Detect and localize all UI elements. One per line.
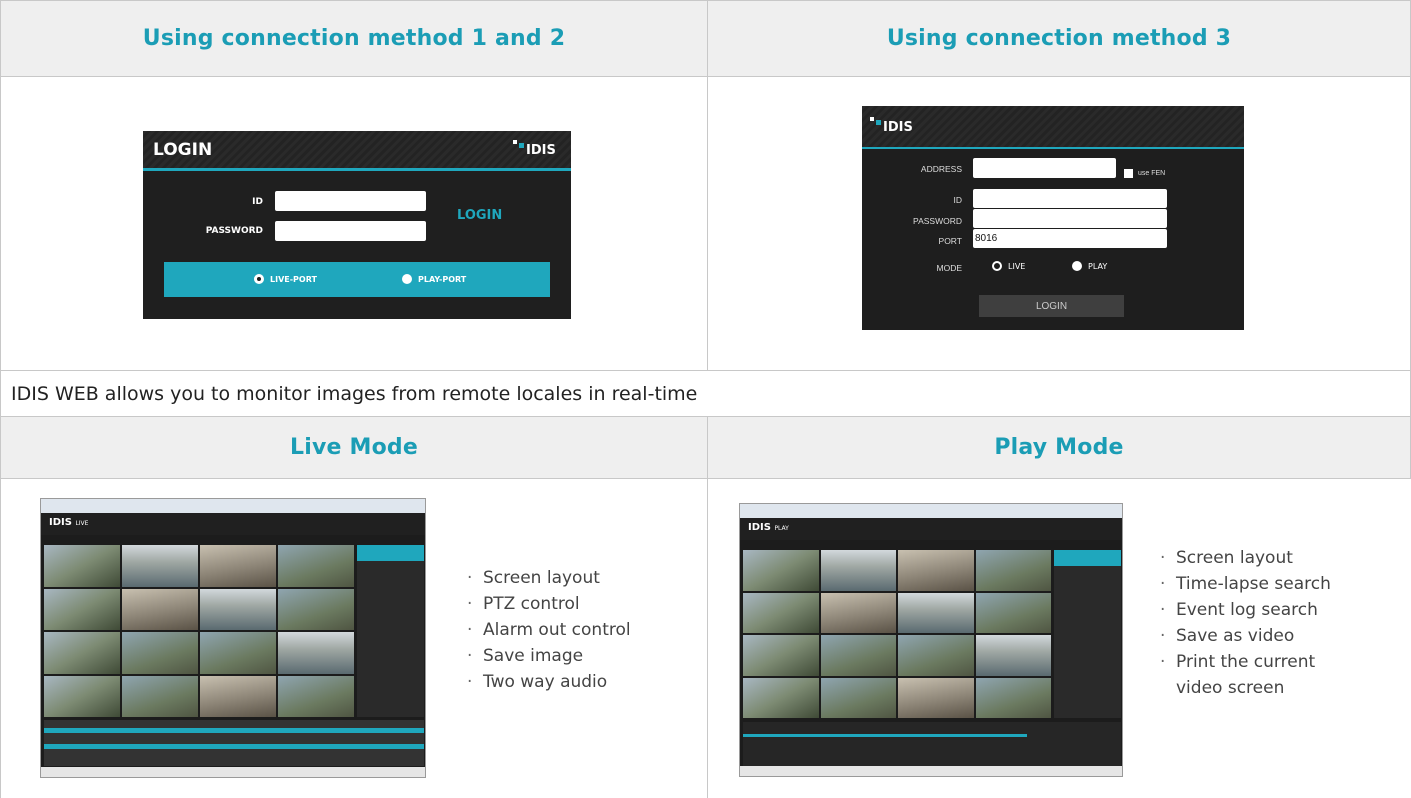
idis-logo-icon: IDIS LIVE — [49, 517, 88, 528]
live-mode-label: LIVE — [1008, 261, 1026, 271]
description-text: IDIS WEB allows you to monitor images fr… — [11, 382, 698, 405]
list-item: PTZ control — [465, 591, 631, 617]
login-title: LOGIN — [153, 140, 213, 160]
password-input[interactable] — [973, 209, 1167, 228]
header-live-mode-text: Live Mode — [290, 435, 418, 460]
address-input[interactable] — [973, 158, 1116, 178]
play-feature-list: Screen layout Time-lapse search Event lo… — [1158, 545, 1331, 701]
event-list — [44, 720, 424, 766]
video-grid — [743, 550, 1051, 718]
list-item: Two way audio — [465, 669, 631, 695]
id-input[interactable] — [275, 191, 426, 211]
login-button[interactable]: LOGIN — [979, 295, 1124, 317]
address-label: ADDRESS — [920, 164, 962, 174]
mode-label: PLAY — [774, 525, 789, 532]
timeline — [743, 722, 1121, 766]
header-play-mode-text: Play Mode — [994, 435, 1124, 460]
password-label: PASSWORD — [205, 226, 263, 236]
radio-selected-icon — [254, 274, 264, 284]
live-port-label: LIVE-PORT — [270, 274, 317, 284]
radio-unselected-icon — [402, 274, 412, 284]
play-mode-radio[interactable]: PLAY — [1072, 261, 1107, 271]
live-mode-radio[interactable]: LIVE — [992, 261, 1025, 271]
radio-unselected-icon — [1072, 261, 1082, 271]
login-button[interactable]: LOGIN — [457, 208, 502, 223]
list-item: Time-lapse search — [1158, 571, 1331, 597]
video-grid — [44, 545, 354, 717]
use-fen-checkbox[interactable] — [1124, 169, 1133, 178]
status-bar — [41, 767, 425, 777]
idis-logo-text: IDIS — [49, 517, 72, 528]
header-live-mode: Live Mode — [0, 416, 708, 478]
header-method-1-2: Using connection method 1 and 2 — [0, 0, 708, 76]
port-input[interactable]: 8016 — [973, 229, 1167, 248]
play-port-label: PLAY-PORT — [418, 274, 467, 284]
control-panel — [357, 545, 424, 717]
status-bar — [740, 766, 1122, 776]
list-item: Print the current — [1158, 649, 1331, 675]
header-method-3: Using connection method 3 — [707, 0, 1411, 76]
timeline-bar — [743, 734, 1027, 737]
idis-logo-text: IDIS — [526, 143, 556, 158]
play-port-radio[interactable]: PLAY-PORT — [402, 274, 466, 284]
idis-logo-icon: IDIS — [870, 117, 913, 135]
live-mode-screenshot: IDIS LIVE — [40, 498, 426, 778]
login-title-bar — [862, 106, 1244, 147]
idis-logo-icon: IDIS PLAY — [748, 522, 789, 533]
live-port-radio[interactable]: LIVE-PORT — [254, 274, 317, 284]
app-header: IDIS LIVE — [41, 513, 425, 535]
list-item: Screen layout — [465, 565, 631, 591]
login-dialog-method-1-2: LOGIN IDIS ID PASSWORD LOGIN LIVE-PORT P… — [143, 131, 571, 319]
radio-selected-icon — [992, 261, 1002, 271]
accent-line — [143, 168, 571, 171]
id-label: ID — [953, 195, 963, 205]
id-label: ID — [252, 197, 263, 207]
list-item: Alarm out control — [465, 617, 631, 643]
list-item: Screen layout — [1158, 545, 1331, 571]
play-mode-screenshot: IDIS PLAY — [739, 503, 1123, 777]
list-item: Save as video — [1158, 623, 1331, 649]
mode-label: LIVE — [75, 520, 89, 527]
live-feature-list: Screen layout PTZ control Alarm out cont… — [465, 565, 631, 695]
password-input[interactable] — [275, 221, 426, 241]
browser-chrome — [740, 504, 1122, 518]
idis-logo-icon: IDIS — [513, 140, 556, 158]
list-item-continuation: video screen — [1176, 678, 1285, 698]
panel-header — [1054, 550, 1121, 566]
list-item: Event log search — [1158, 597, 1331, 623]
header-method-1-2-text: Using connection method 1 and 2 — [142, 26, 566, 51]
port-selector-bar: LIVE-PORT PLAY-PORT — [164, 262, 550, 297]
app-header: IDIS PLAY — [740, 518, 1122, 540]
use-fen-label: use FEN — [1138, 170, 1166, 177]
panel-header — [357, 545, 424, 561]
browser-chrome — [41, 499, 425, 513]
idis-logo-text: IDIS — [883, 120, 913, 135]
event-row — [44, 744, 424, 749]
password-label: PASSWORD — [913, 216, 962, 226]
header-play-mode: Play Mode — [707, 416, 1411, 478]
control-panel — [1054, 550, 1121, 718]
idis-logo-text: IDIS — [748, 522, 771, 533]
description-row: IDIS WEB allows you to monitor images fr… — [0, 370, 1411, 416]
port-label: PORT — [938, 236, 962, 246]
play-mode-label: PLAY — [1088, 261, 1108, 271]
id-input[interactable] — [973, 189, 1167, 208]
list-item: Save image — [465, 643, 631, 669]
event-row — [44, 728, 424, 733]
accent-line — [862, 147, 1244, 149]
login-dialog-method-3: IDIS ADDRESS use FEN ID PASSWORD PORT 80… — [862, 106, 1244, 330]
mode-label: MODE — [936, 263, 963, 273]
header-method-3-text: Using connection method 3 — [886, 26, 1232, 51]
